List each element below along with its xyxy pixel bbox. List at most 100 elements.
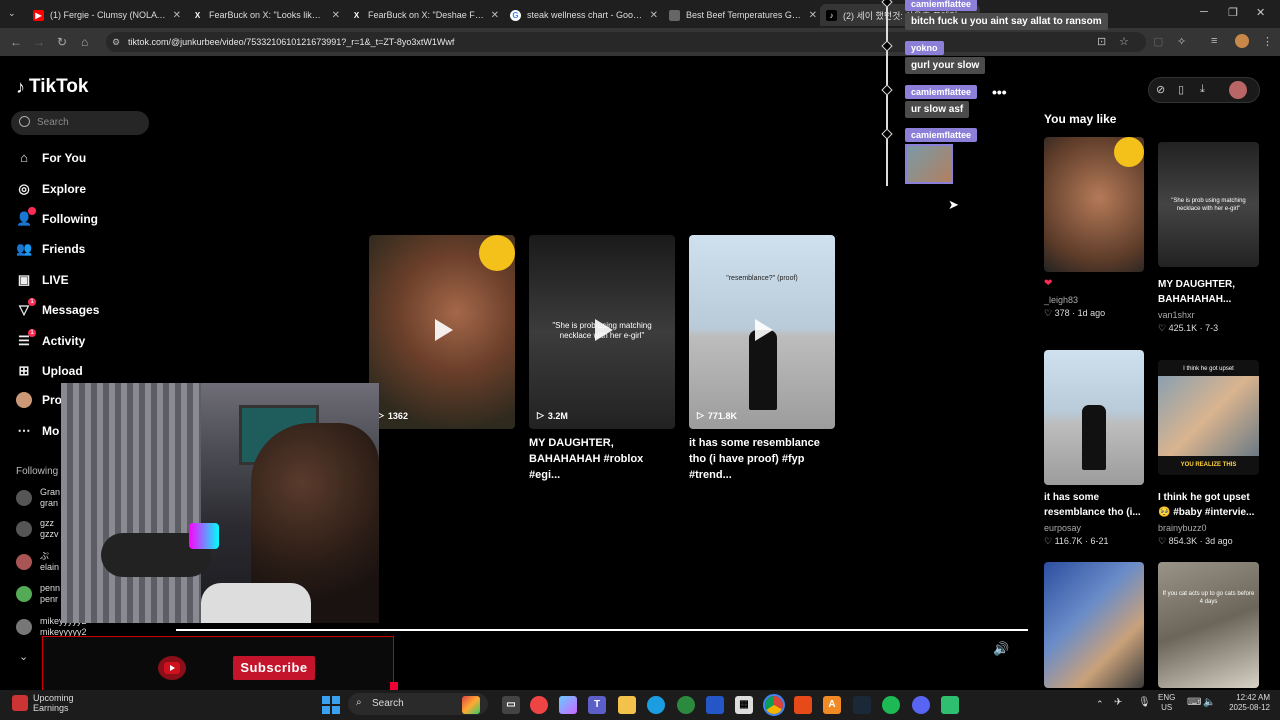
clock[interactable]: 12:42 AM 2025-08-12: [1224, 693, 1270, 713]
maximize-icon[interactable]: ❐: [1228, 6, 1238, 19]
chat-message: ur slow asf: [905, 101, 970, 118]
close-tab-icon[interactable]: ✕: [491, 10, 499, 21]
rec-thumbnail[interactable]: [1044, 350, 1144, 485]
following-account[interactable]: gzz gzzv: [16, 518, 59, 540]
install-app-icon[interactable]: ⊡: [1097, 35, 1106, 48]
sidebar-item-more[interactable]: ⋯ Mo: [16, 423, 60, 439]
teams-icon[interactable]: T: [588, 696, 606, 714]
discord-icon[interactable]: [912, 696, 930, 714]
rec-username[interactable]: eurposay: [1044, 523, 1081, 533]
close-tab-icon[interactable]: ✕: [809, 10, 817, 21]
more-options-icon[interactable]: •••: [992, 84, 1007, 100]
rec-username[interactable]: brainybuzz0: [1158, 523, 1207, 533]
video-card[interactable]: "resemblance?" (proof) ▷ 771.8K: [689, 235, 835, 429]
sidebar-item-following[interactable]: 👤 Following: [16, 207, 98, 227]
download-icon[interactable]: ⤓: [1200, 83, 1205, 96]
app-icon[interactable]: [794, 696, 812, 714]
volume-icon[interactable]: 🔊: [993, 641, 1009, 657]
search-input[interactable]: Search: [11, 111, 149, 135]
spotify-icon[interactable]: [882, 696, 900, 714]
device-icon[interactable]: ▯: [1178, 83, 1184, 96]
app-icon[interactable]: A: [823, 696, 841, 714]
video-title[interactable]: MY DAUGHTER, BAHAHAHAH #roblox #egi...: [529, 435, 677, 483]
following-account[interactable]: penn penr: [16, 583, 60, 605]
task-view-icon[interactable]: ▭: [502, 696, 520, 714]
start-icon[interactable]: [322, 696, 340, 714]
video-title[interactable]: it has some resemblance tho (i have proo…: [689, 435, 837, 483]
sidebar-item-live[interactable]: ▣ LIVE: [16, 272, 69, 288]
browser-menu-icon[interactable]: ⋮: [1262, 35, 1273, 48]
copilot-icon[interactable]: [462, 696, 480, 714]
network-icon[interactable]: ⌨: [1187, 697, 1201, 708]
rec-thumbnail[interactable]: "She is prob using matching necklace wit…: [1158, 142, 1259, 267]
address-bar[interactable]: tiktok.com/@junkurbee/video/753321061012…: [106, 32, 1146, 52]
coins-icon[interactable]: ⊘: [1156, 83, 1165, 96]
rec-thumbnail[interactable]: [1044, 562, 1144, 688]
bookmark-star-icon[interactable]: ☆: [1119, 35, 1129, 48]
avatar[interactable]: [1229, 81, 1247, 99]
reload-icon[interactable]: ↻: [57, 35, 67, 49]
weather-widget[interactable]: Upcoming Earnings: [33, 693, 74, 713]
close-tab-icon[interactable]: ✕: [650, 10, 658, 21]
site-info-icon[interactable]: ⚙: [112, 37, 120, 48]
subscribe-button[interactable]: Subscribe: [233, 656, 315, 680]
rec-thumbnail[interactable]: I think he got upset YOU REALIZE THIS: [1158, 360, 1259, 475]
rec-thumbnail[interactable]: [1044, 137, 1144, 272]
browser-tab[interactable]: ▶ (1) Fergie - Clumsy (NOLA BOU ✕: [27, 4, 187, 26]
back-icon[interactable]: ←: [10, 35, 22, 49]
extension-icon[interactable]: ▢: [1153, 35, 1163, 48]
app-icon[interactable]: [677, 696, 695, 714]
home-icon[interactable]: ⌂: [81, 35, 88, 49]
following-account[interactable]: ぷ elain: [16, 551, 59, 573]
rec-caption[interactable]: it has some resemblance tho (i...: [1044, 490, 1156, 520]
sidebar-item-friends[interactable]: 👥 Friends: [16, 241, 85, 257]
tray-chevron-icon[interactable]: ⌃: [1096, 699, 1104, 710]
rec-caption[interactable]: I think he got upset 🥺 #baby #intervie..…: [1158, 490, 1260, 520]
chevron-down-icon[interactable]: ⌄: [19, 650, 28, 663]
copilot-app-icon[interactable]: [559, 696, 577, 714]
extensions-puzzle-icon[interactable]: ✧: [1177, 35, 1186, 48]
video-card[interactable]: ▷ 1362: [369, 235, 515, 429]
app-icon[interactable]: [941, 696, 959, 714]
close-tab-icon[interactable]: ✕: [173, 10, 181, 21]
microphone-icon[interactable]: 🎙: [1138, 697, 1151, 708]
forward-icon[interactable]: →: [33, 35, 45, 49]
browser-tab[interactable]: Best Beef Temperatures Guide ✕: [663, 4, 823, 26]
profile-avatar[interactable]: [1235, 34, 1249, 48]
chrome-icon[interactable]: [763, 694, 785, 716]
sidebar-item-upload[interactable]: ⊞ Upload: [16, 363, 83, 379]
sidebar-item-messages[interactable]: ▽ 1 Messages: [16, 298, 99, 318]
browser-tab[interactable]: X FearBuck on X: "Deshae Frost ✕: [345, 4, 505, 26]
rec-username[interactable]: van1shxr: [1158, 310, 1195, 320]
heart-icon: ♡: [1158, 323, 1167, 333]
rec-username[interactable]: _leigh83: [1044, 295, 1078, 305]
video-card[interactable]: "She is prob using matching necklace wit…: [529, 235, 675, 429]
app-icon[interactable]: [530, 696, 548, 714]
close-tab-icon[interactable]: ✕: [332, 10, 340, 21]
file-explorer-icon[interactable]: [618, 696, 636, 714]
app-tray-icon[interactable]: ✈: [1114, 697, 1122, 708]
minimize-icon[interactable]: ─: [1200, 6, 1208, 18]
volume-icon[interactable]: 🔈: [1203, 697, 1215, 708]
language-indicator[interactable]: ENG US: [1158, 693, 1175, 713]
browser-tab[interactable]: Gsteak wellness chart - Google S ✕: [504, 4, 664, 26]
sidebar-item-for-you[interactable]: ⌂ For You: [16, 150, 86, 166]
tab-list-icon[interactable]: ⌄: [8, 8, 16, 19]
edge-icon[interactable]: [647, 696, 665, 714]
tiktok-logo[interactable]: ♪ TikTok: [16, 76, 88, 98]
media-controls-icon[interactable]: ≡: [1211, 35, 1217, 47]
sidebar-item-explore[interactable]: ◎ Explore: [16, 181, 86, 197]
rec-thumbnail[interactable]: If you cat acts up to go cats before 4 d…: [1158, 562, 1259, 688]
rec-caption[interactable]: MY DAUGHTER, BAHAHAHAH...: [1158, 277, 1258, 307]
video-progress-bar[interactable]: [176, 629, 1028, 631]
store-icon[interactable]: ▦: [735, 696, 753, 714]
app-icon[interactable]: [706, 696, 724, 714]
youtube-icon: [158, 656, 186, 680]
rec-meta: ♡ 854.3K · 3d ago: [1158, 536, 1233, 546]
following-account[interactable]: Gran gran: [16, 487, 60, 509]
sidebar-item-profile[interactable]: Pro: [16, 392, 62, 408]
sidebar-item-activity[interactable]: ☰ 1 Activity: [16, 329, 85, 349]
close-window-icon[interactable]: ✕: [1256, 6, 1265, 19]
steam-icon[interactable]: [853, 696, 871, 714]
browser-tab[interactable]: X FearBuck on X: "Looks like the ✕: [186, 4, 346, 26]
